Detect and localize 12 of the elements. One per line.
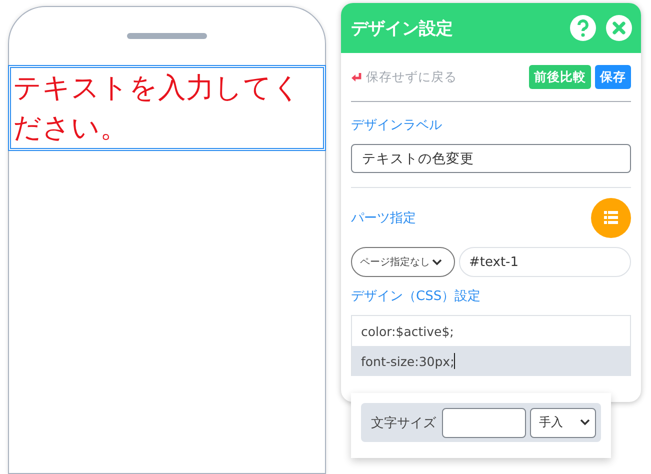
selector-field[interactable]: #text-1 xyxy=(459,247,631,277)
panel-title: デザイン設定 xyxy=(351,18,454,40)
css-line[interactable]: color:$active$; xyxy=(352,316,630,346)
section-heading: デザインラベル xyxy=(351,117,443,134)
size-label: 文字サイズ xyxy=(371,414,436,432)
section-heading: パーツ指定 xyxy=(351,210,416,226)
label-field[interactable]: テキストの色変更 xyxy=(351,144,631,173)
unit-select[interactable]: 手入 xyxy=(530,408,596,438)
preview-text[interactable]: テキストを入力してください。 xyxy=(10,67,324,149)
section-heading: デザイン（CSS）設定 xyxy=(351,288,482,305)
css-editor[interactable]: color:$active$; font-size:30px; xyxy=(351,315,631,376)
page-select[interactable]: ページ指定なし xyxy=(351,247,455,277)
